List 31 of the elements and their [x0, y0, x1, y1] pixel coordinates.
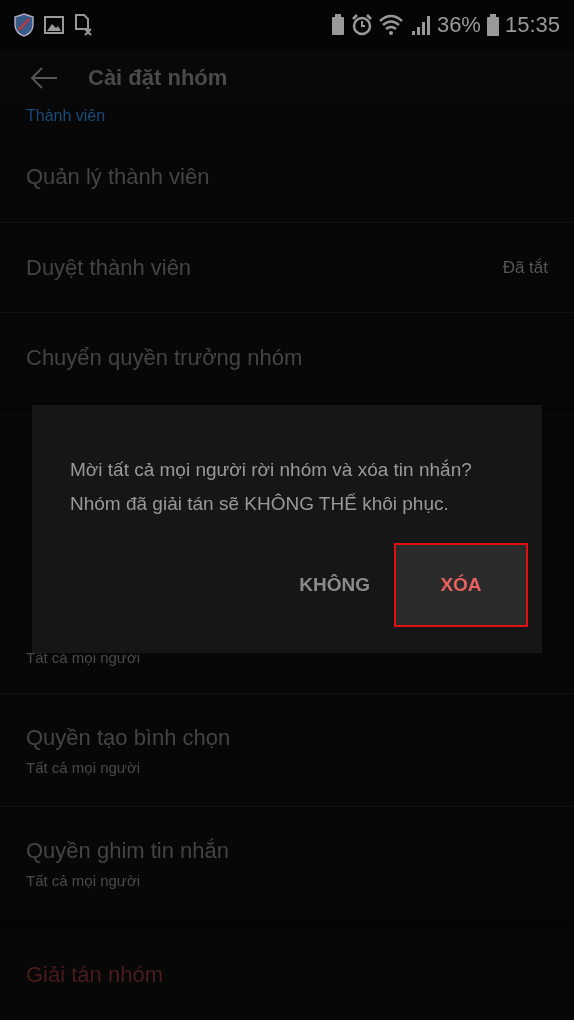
settings-row[interactable]: Duyệt thành viên Đã tắt — [0, 222, 574, 312]
dialog-button[interactable]: XÓA — [394, 543, 528, 627]
back-arrow-icon[interactable] — [30, 65, 58, 90]
signal-icon — [410, 14, 431, 36]
settings-row[interactable]: Quản lý thành viên — [0, 132, 574, 222]
screen-title: Cài đặt nhóm — [88, 64, 228, 91]
row-title: Quyền ghim tin nhắn — [26, 837, 230, 864]
row-title: Chuyển quyền trưởng nhóm — [26, 344, 303, 371]
alarm-icon — [350, 14, 373, 36]
row-title: Giải tán nhóm — [26, 962, 163, 988]
row-title: Duyệt thành viên — [26, 254, 192, 281]
dialog-message: Mời tất cả mọi người rời nhóm và xóa tin nhắn? Nhóm đã giải tán sẽ KHÔNG THỂ khôi phục. — [70, 458, 473, 516]
row-subtitle: Tất cả mọi người — [26, 871, 142, 889]
wifi-icon — [378, 14, 405, 36]
settings-row[interactable]: Quyền ghim tin nhắn Tất cả mọi người — [0, 806, 574, 919]
section-header: Thành viên — [25, 106, 107, 126]
row-value: Đã tắt — [502, 257, 548, 278]
battery-icon — [486, 14, 499, 36]
row-title: Quyền tạo bình chọn — [26, 724, 231, 751]
settings-row[interactable]: Chuyển quyền trưởng nhóm — [0, 312, 574, 402]
settings-row[interactable]: Giải tán nhóm — [0, 930, 574, 1020]
shield-icon — [14, 13, 34, 37]
row-title: Quản lý thành viên — [26, 164, 210, 190]
clock-time: 15:35 — [504, 12, 560, 38]
image-icon — [44, 15, 64, 35]
row-subtitle: Tất cả mọi người — [26, 758, 142, 776]
sim-card-icon — [74, 14, 92, 36]
battery-percent: 36% — [436, 12, 481, 38]
dialog-button[interactable]: KHÔNG — [293, 543, 376, 627]
battery-saver-icon — [330, 14, 345, 36]
settings-row[interactable]: Quyền tạo bình chọn Tất cả mọi người — [0, 693, 574, 806]
